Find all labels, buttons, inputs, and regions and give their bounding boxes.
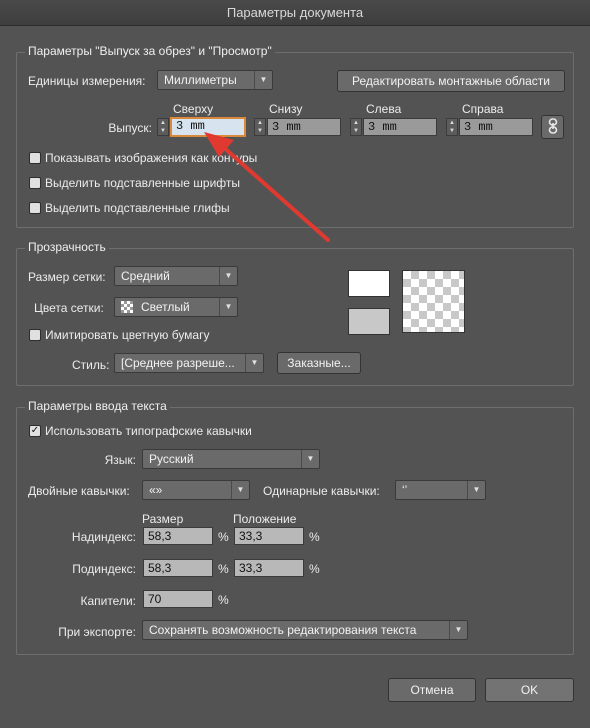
export-dropdown[interactable]: Сохранять возможность редактирования тек… [142, 620, 468, 640]
grid-color-swatch-top[interactable] [348, 270, 390, 297]
small-caps-input[interactable]: 70 [143, 590, 213, 608]
transparency-grid-preview [402, 270, 465, 333]
units-value: Миллиметры [164, 73, 237, 87]
simulate-paper-checkbox[interactable] [29, 329, 41, 341]
typographic-quotes-label: Использовать типографские кавычки [45, 424, 252, 438]
cancel-button[interactable]: Отмена [388, 678, 476, 702]
custom-button[interactable]: Заказные... [277, 352, 361, 374]
language-value: Русский [149, 452, 194, 466]
ok-button[interactable]: OK [485, 678, 574, 702]
grid-color-swatch-bottom[interactable] [348, 308, 390, 335]
bleed-top-input[interactable]: 3 mm [170, 117, 246, 137]
checker-swatch-icon [121, 301, 133, 313]
chevron-down-icon: ▼ [219, 298, 237, 316]
chevron-down-icon: ▼ [231, 481, 249, 499]
double-quotes-dropdown[interactable]: «» ▼ [142, 480, 250, 500]
subscript-position-input[interactable]: 33,3 [234, 559, 304, 577]
superscript-position-percent: % [309, 530, 320, 544]
chevron-down-icon: ▼ [301, 450, 319, 468]
subscript-label: Подиндекс: [72, 562, 136, 576]
bleed-left-input[interactable]: 3 mm [363, 118, 437, 136]
position-header: Положение [233, 512, 297, 526]
style-value: [Среднее разреше... [121, 356, 235, 370]
bleed-view-group-title: Параметры "Выпуск за обрез" и "Просмотр" [25, 44, 275, 58]
chevron-down-icon: ▼ [467, 481, 485, 499]
subscript-size-percent: % [218, 562, 229, 576]
bleed-top-stepper[interactable]: ▲ ▼ [157, 118, 169, 136]
typographic-quotes-checkbox[interactable]: ✓ [29, 425, 41, 437]
highlight-fonts-label: Выделить подставленные шрифты [45, 176, 241, 190]
single-quotes-value: ‘’ [402, 483, 408, 497]
chevron-down-icon: ▼ [449, 621, 467, 639]
simulate-paper-label: Имитировать цветную бумагу [45, 328, 210, 342]
bleed-bottom-stepper[interactable]: ▲ ▼ [254, 118, 266, 136]
chevron-down-icon: ▼ [245, 354, 263, 372]
show-images-outline-label: Показывать изображения как контуры [45, 151, 258, 165]
bleed-left-stepper[interactable]: ▲ ▼ [350, 118, 362, 136]
transparency-group-title: Прозрачность [25, 240, 109, 254]
double-quotes-value: «» [149, 483, 163, 497]
grid-size-dropdown[interactable]: Средний ▼ [114, 266, 238, 286]
units-label: Единицы измерения: [28, 74, 146, 88]
bleed-left-label: Слева [366, 102, 402, 116]
style-label: Стиль: [72, 358, 110, 372]
chevron-down-icon: ▼ [254, 71, 272, 89]
units-dropdown[interactable]: Миллиметры ▼ [157, 70, 273, 90]
bleed-bottom-input[interactable]: 3 mm [267, 118, 341, 136]
single-quotes-dropdown[interactable]: ‘’ ▼ [395, 480, 486, 500]
size-header: Размер [142, 512, 184, 526]
superscript-size-percent: % [218, 530, 229, 544]
edit-artboards-button[interactable]: Редактировать монтажные области [337, 70, 565, 92]
small-caps-percent: % [218, 593, 229, 607]
chevron-down-icon: ▼ [219, 267, 237, 285]
export-label: При экспорте: [58, 625, 136, 639]
subscript-size-input[interactable]: 58,3 [143, 559, 213, 577]
grid-colors-dropdown[interactable]: Светлый ▼ [114, 297, 238, 317]
superscript-position-input[interactable]: 33,3 [234, 527, 304, 545]
bleed-label: Выпуск: [108, 121, 152, 135]
bleed-bottom-label: Снизу [269, 102, 303, 116]
highlight-glyphs-label: Выделить подставленные глифы [45, 201, 230, 215]
superscript-size-input[interactable]: 58,3 [143, 527, 213, 545]
subscript-position-percent: % [309, 562, 320, 576]
single-quotes-label: Одинарные кавычки: [263, 484, 380, 498]
window-title: Параметры документа [0, 0, 590, 26]
language-dropdown[interactable]: Русский ▼ [142, 449, 320, 469]
bleed-right-stepper[interactable]: ▲ ▼ [446, 118, 458, 136]
language-label: Язык: [104, 453, 136, 467]
grid-size-value: Средний [121, 269, 170, 283]
small-caps-label: Капители: [80, 594, 136, 608]
grid-colors-label: Цвета сетки: [34, 301, 104, 315]
bleed-top-label: Сверху [173, 102, 214, 116]
grid-size-label: Размер сетки: [28, 270, 106, 284]
bleed-right-input[interactable]: 3 mm [459, 118, 533, 136]
grid-colors-value: Светлый [141, 300, 190, 314]
highlight-fonts-checkbox[interactable] [29, 177, 41, 189]
show-images-outline-checkbox[interactable] [29, 152, 41, 164]
bleed-right-label: Справа [462, 102, 504, 116]
double-quotes-label: Двойные кавычки: [28, 484, 130, 498]
superscript-label: Надиндекс: [71, 530, 136, 544]
export-value: Сохранять возможность редактирования тек… [149, 623, 417, 637]
style-dropdown[interactable]: [Среднее разреше... ▼ [114, 353, 264, 373]
type-options-group-title: Параметры ввода текста [25, 399, 170, 413]
highlight-glyphs-checkbox[interactable] [29, 202, 41, 214]
link-icon[interactable] [541, 115, 564, 139]
